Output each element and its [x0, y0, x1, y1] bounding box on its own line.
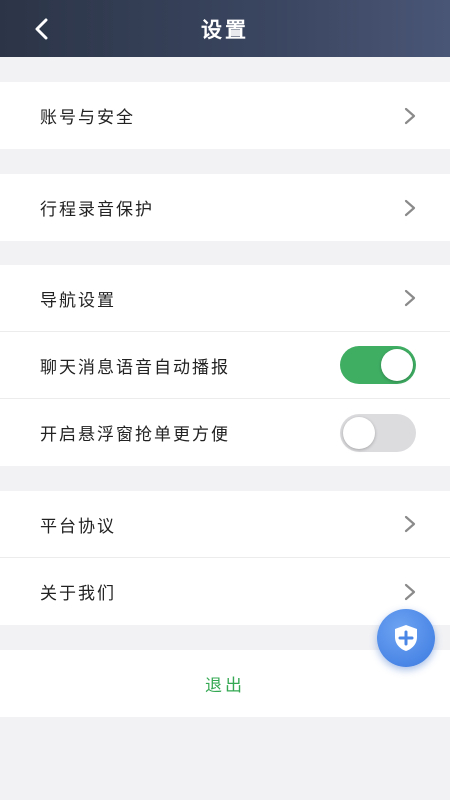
toggle-knob — [381, 349, 413, 381]
chevron-right-icon — [404, 583, 416, 600]
navigation-settings-label: 导航设置 — [40, 290, 116, 311]
settings-group-about: 平台协议 关于我们 — [0, 491, 450, 625]
voice-broadcast-toggle[interactable] — [340, 346, 416, 384]
top-bar: 设置 — [0, 0, 450, 57]
settings-screen: 设置 账号与安全 行程录音保护 导航设置 聊天消息语音自动播报 开启悬浮窗抢单更… — [0, 0, 450, 800]
account-security-item[interactable]: 账号与安全 — [0, 82, 450, 149]
shield-plus-icon — [395, 625, 417, 651]
chevron-right-icon — [404, 199, 416, 216]
about-us-item[interactable]: 关于我们 — [0, 558, 450, 625]
logout-label: 退出 — [205, 676, 245, 696]
voice-broadcast-label: 聊天消息语音自动播报 — [40, 357, 230, 378]
about-us-label: 关于我们 — [40, 584, 116, 604]
logout-button[interactable]: 退出 — [0, 650, 450, 717]
floating-window-toggle[interactable] — [340, 413, 416, 452]
chevron-left-icon — [35, 18, 48, 40]
platform-agreement-label: 平台协议 — [40, 516, 116, 537]
logout-group: 退出 — [0, 650, 450, 717]
platform-agreement-item[interactable]: 平台协议 — [0, 491, 450, 558]
trip-recording-label: 行程录音保护 — [40, 200, 154, 220]
settings-group-recording: 行程录音保护 — [0, 174, 450, 241]
page-title: 设置 — [201, 17, 249, 42]
chevron-right-icon — [404, 289, 416, 307]
account-security-label: 账号与安全 — [40, 108, 135, 128]
back-button[interactable] — [24, 12, 58, 46]
floating-window-item: 开启悬浮窗抢单更方便 — [0, 399, 450, 466]
floating-window-label: 开启悬浮窗抢单更方便 — [40, 425, 230, 445]
toggle-knob — [343, 416, 375, 449]
settings-group-preferences: 导航设置 聊天消息语音自动播报 开启悬浮窗抢单更方便 — [0, 265, 450, 466]
settings-group-account: 账号与安全 — [0, 82, 450, 149]
navigation-settings-item[interactable]: 导航设置 — [0, 265, 450, 332]
safety-shield-button[interactable] — [377, 609, 435, 667]
chevron-right-icon — [404, 515, 416, 533]
voice-broadcast-item: 聊天消息语音自动播报 — [0, 332, 450, 399]
trip-recording-item[interactable]: 行程录音保护 — [0, 174, 450, 241]
chevron-right-icon — [404, 107, 416, 124]
